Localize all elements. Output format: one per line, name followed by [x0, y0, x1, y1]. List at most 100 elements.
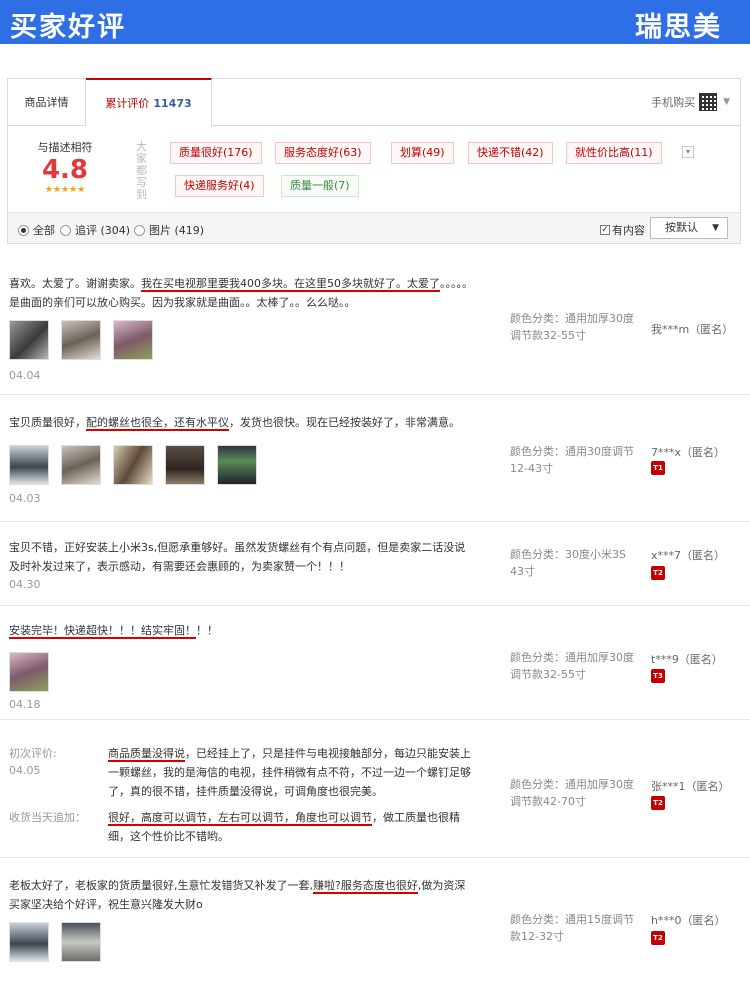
highlight-underline: 商品质量没得说: [108, 747, 185, 762]
product-spec: 颜色分类：30度小米3S 43寸: [510, 548, 626, 578]
mobile-purchase[interactable]: 手机购买 ▼: [651, 93, 730, 111]
tab-product-details[interactable]: 商品详情: [8, 79, 86, 126]
reviewer-name: 我***m（匿名）: [651, 323, 734, 336]
radio-checked-icon: [18, 224, 29, 236]
review-date: 04.04: [9, 369, 41, 382]
initial-review-text: 商品质量没得说，已经挂上了，只是挂件与电视接触部分，每边只能安装上一颗螺丝，我的…: [108, 747, 471, 798]
tag-delivery-service-good[interactable]: 快递服务好(4): [175, 175, 264, 197]
followup-text: 很好，高度可以调节，左右可以调节，角度也可以调节，做工质量也很精细，这个性价比不…: [108, 811, 460, 843]
reviewer-name: h***0（匿名）: [651, 914, 726, 927]
review-count: 11473: [153, 97, 192, 110]
review-photo[interactable]: [9, 445, 49, 485]
sort-label: 按默认: [665, 221, 698, 234]
chevron-down-icon: ▼: [723, 97, 730, 107]
review-photo[interactable]: [113, 320, 153, 360]
followup-label: 收货当天追加：: [9, 811, 86, 824]
radio-icon: [134, 224, 145, 236]
top-banner: 买家好评 瑞思美: [0, 0, 750, 44]
filter-followup[interactable]: 追评 (304): [60, 222, 130, 238]
buyer-level-badge: T3: [651, 669, 665, 683]
review-photos: [9, 320, 165, 360]
filter-followup-label: 追评 (304): [75, 224, 131, 237]
review-photo[interactable]: [61, 320, 101, 360]
review-photos: [9, 652, 61, 692]
sort-dropdown[interactable]: 按默认 ▼: [650, 217, 728, 239]
highlight-underline: 配的螺丝也很全，还有水平仪: [86, 416, 229, 431]
review-photos: [9, 922, 113, 962]
highlight-underline: 我在买电视那里要我400多块。在这里50多块就好了。太爱了: [141, 277, 440, 292]
tag-quality-good[interactable]: 质量很好(176): [170, 142, 262, 164]
reviewer-name: 张***1（匿名）: [651, 780, 730, 793]
review-date: 04.03: [9, 492, 41, 505]
review-date: 04.18: [9, 698, 41, 711]
filter-photos[interactable]: 图片 (419): [134, 222, 204, 238]
tag-value-for-money[interactable]: 就性价比高(11): [566, 142, 662, 164]
initial-review-label: 初次评价:: [9, 747, 57, 760]
reviewer-name: t***9（匿名）: [651, 653, 723, 666]
highlight-underline: 很好，高度可以调节，左右可以调节，角度也可以调节: [108, 811, 372, 826]
review-photo[interactable]: [9, 320, 49, 360]
review-text: 喜欢。太爱了。谢谢卖家。我在买电视那里要我400多块。在这里50多块就好了。太爱…: [9, 277, 473, 309]
tags-heading: 大家都写到: [136, 140, 147, 201]
review-text: 宝贝质量很好，配的螺丝也很全，还有水平仪，发货也很快。现在已经按装好了，非常满意…: [9, 416, 460, 431]
has-content-label: 有内容: [612, 224, 645, 237]
tag-worth-it[interactable]: 划算(49): [391, 142, 454, 164]
qr-code-icon: [699, 93, 718, 111]
review-date: 04.30: [9, 578, 41, 591]
review-photos: [9, 445, 269, 485]
tag-service-good[interactable]: 服务态度好(63): [275, 142, 371, 164]
review-item: 老板太好了，老板家的货质量很好,生意忙发错货又补发了一套,赚啦?服务态度也很好,…: [0, 858, 750, 1000]
expand-tags-icon[interactable]: ▾: [682, 146, 694, 158]
tab-reviews[interactable]: 累计评价 11473: [86, 78, 212, 127]
filter-photos-label: 图片 (419): [149, 224, 205, 237]
review-item: 喜欢。太爱了。谢谢卖家。我在买电视那里要我400多块。在这里50多块就好了。太爱…: [0, 258, 750, 395]
buyer-level-badge: T1: [651, 461, 665, 475]
review-photo[interactable]: [9, 922, 49, 962]
buyer-level-badge: T2: [651, 566, 665, 580]
review-text: 安装完毕！快递超快！！！结实牢固！！！: [9, 624, 218, 639]
review-item: 初次评价: 04.05 商品质量没得说，已经挂上了，只是挂件与电视接触部分，每边…: [0, 720, 750, 858]
review-item: 宝贝不错，正好安装上小米3s,但愿承重够好。虽然发货螺丝有个有点问题，但是卖家二…: [0, 522, 750, 606]
review-photo[interactable]: [61, 445, 101, 485]
filter-all-label: 全部: [33, 224, 55, 237]
rating-label: 与描述相符: [37, 141, 93, 154]
review-photo[interactable]: [113, 445, 153, 485]
reviewer-name: 7***x（匿名）: [651, 446, 726, 459]
product-spec: 颜色分类：通用加厚30度调节款42-70寸: [510, 778, 634, 808]
radio-icon: [60, 224, 71, 236]
highlight-underline: 赚啦?服务态度也很好: [313, 879, 418, 894]
tab-bar: 商品详情 累计评价 11473 手机购买 ▼: [8, 78, 740, 127]
review-photo[interactable]: [61, 922, 101, 962]
buyer-level-badge: T2: [651, 796, 665, 810]
filter-bar: 全部 追评 (304) 图片 (419) ✓ 有内容 按默认 ▼: [8, 212, 740, 243]
tag-delivery-good[interactable]: 快递不错(42): [468, 142, 553, 164]
chevron-down-icon: ▼: [712, 223, 719, 233]
reviewer-name: x***7（匿名）: [651, 549, 726, 562]
banner-brand: 瑞思美: [635, 12, 722, 43]
review-item: 宝贝质量很好，配的螺丝也很全，还有水平仪，发货也很快。现在已经按装好了，非常满意…: [0, 395, 750, 522]
review-photo[interactable]: [217, 445, 257, 485]
has-content-checkbox[interactable]: ✓ 有内容: [600, 222, 645, 238]
rating-stars-icon: ★★★★★: [44, 185, 86, 195]
buyer-level-badge: T2: [651, 931, 665, 945]
review-text: 宝贝不错，正好安装上小米3s,但愿承重够好。虽然发货螺丝有个有点问题，但是卖家二…: [9, 541, 466, 573]
product-spec: 颜色分类：通用30度调节12-43寸: [510, 445, 634, 475]
product-spec: 颜色分类：通用加厚30度调节款32-55寸: [510, 312, 634, 342]
highlight-underline: 安装完毕！快递超快！！！结实牢固！: [9, 624, 196, 639]
review-text: 老板太好了，老板家的货质量很好,生意忙发错货又补发了一套,赚啦?服务态度也很好,…: [9, 879, 466, 911]
review-item: 安装完毕！快递超快！！！结实牢固！！！ 04.18 颜色分类：通用加厚30度调节…: [0, 606, 750, 720]
product-spec: 颜色分类：通用15度调节款12-32寸: [510, 913, 634, 943]
mobile-purchase-label: 手机购买: [651, 96, 696, 109]
checkbox-checked-icon: ✓: [600, 225, 610, 235]
filter-all[interactable]: 全部: [18, 222, 55, 238]
tab-reviews-label: 累计评价: [105, 97, 150, 110]
rating-summary: 与描述相符 4.8 ★★★★★: [22, 139, 108, 195]
review-photo[interactable]: [165, 445, 205, 485]
review-panel: 商品详情 累计评价 11473 手机购买 ▼ 与描述相符 4.8 ★★★★★ 大家…: [7, 78, 741, 244]
banner-title: 买家好评: [10, 12, 126, 43]
tag-quality-average[interactable]: 质量一般(7): [281, 175, 359, 197]
product-spec: 颜色分类：通用加厚30度调节款32-55寸: [510, 651, 634, 681]
rating-value: 4.8: [41, 155, 89, 185]
review-photo[interactable]: [9, 652, 49, 692]
review-date: 04.05: [9, 764, 41, 777]
